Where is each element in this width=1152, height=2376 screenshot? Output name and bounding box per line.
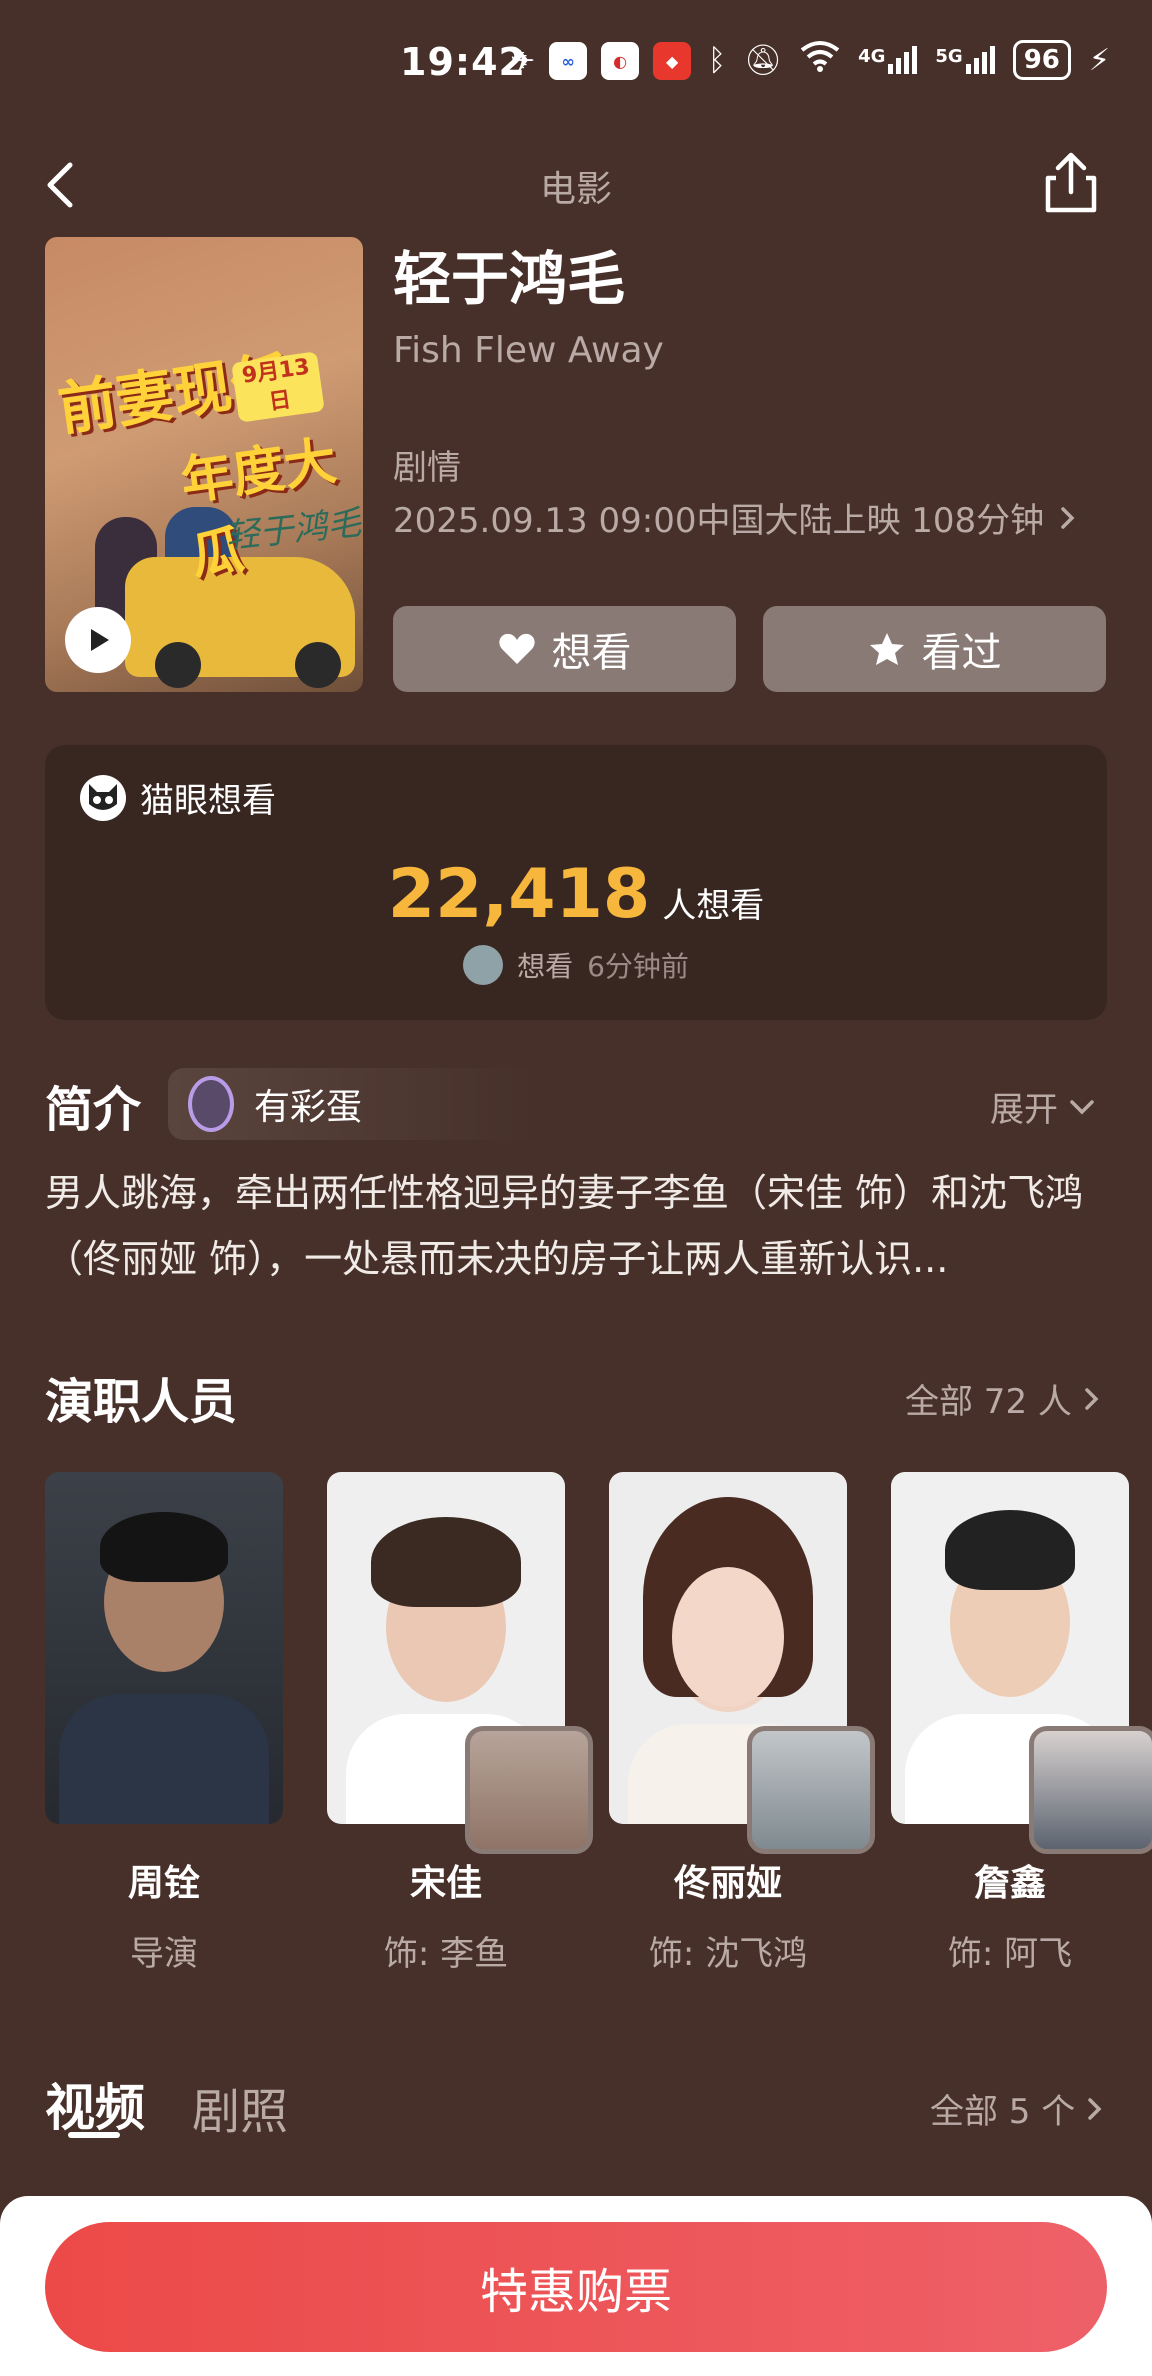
- want-to-watch-button[interactable]: 想看: [393, 606, 736, 692]
- cast-card[interactable]: 佟丽娅 饰: 沈飞鸿: [609, 1472, 875, 1975]
- character-avatar: [747, 1726, 875, 1854]
- bluetooth-icon: ᛒ: [708, 42, 726, 78]
- easter-egg-label: 有彩蛋: [254, 1087, 363, 1128]
- maoyan-header: 猫眼想看: [80, 773, 276, 822]
- system-icons: ᛒ 🔕︎ 4G 5G 96 ⚡: [708, 40, 1110, 80]
- intro-title: 简介: [45, 1082, 142, 1138]
- cast-view-all[interactable]: 全部 72 人: [905, 1374, 1102, 1423]
- cast-card[interactable]: 周铨 导演: [45, 1472, 283, 1975]
- star-icon: [869, 633, 904, 665]
- cast-role: 导演: [130, 1934, 198, 1974]
- cast-name: 宋佳: [409, 1863, 482, 1904]
- paper-plane-icon: ✈: [510, 43, 536, 79]
- expand-button[interactable]: 展开: [990, 1082, 1096, 1131]
- play-icon: [91, 629, 109, 651]
- share-button[interactable]: [1036, 148, 1106, 218]
- chevron-right-icon: [1061, 506, 1075, 529]
- want-to-watch-label: 想看: [551, 630, 632, 676]
- app-icon-red-2: ◆: [653, 42, 692, 80]
- cast-view-all-label: 全部 72 人: [905, 1382, 1072, 1422]
- tab-stills[interactable]: 剧照: [192, 2072, 288, 2142]
- play-trailer-button[interactable]: [65, 607, 131, 673]
- movie-english-title: Fish Flew Away: [393, 330, 664, 371]
- cast-photo: [45, 1472, 283, 1824]
- watched-label: 看过: [921, 630, 1002, 676]
- movie-poster[interactable]: 前妻现任 年度大瓜 9月13日 轻于鸿毛: [45, 237, 363, 692]
- egg-icon: [188, 1076, 234, 1132]
- poster-wheel: [155, 642, 201, 688]
- cast-role: 饰: 阿飞: [947, 1934, 1073, 1974]
- maoyan-label: 猫眼想看: [140, 781, 276, 821]
- chevron-right-icon: [1085, 1387, 1099, 1410]
- tab-videos[interactable]: 视频: [45, 2068, 145, 2140]
- want-count-unit: 人想看: [662, 886, 765, 926]
- poster-date-badge: 9月13日: [231, 351, 325, 423]
- watched-button[interactable]: 看过: [763, 606, 1106, 692]
- cast-name: 佟丽娅: [673, 1863, 782, 1904]
- easter-egg-badge[interactable]: 有彩蛋: [168, 1068, 538, 1140]
- mute-icon: 🔕︎: [744, 42, 783, 78]
- share-icon: [1045, 152, 1097, 213]
- heart-icon: [498, 633, 535, 664]
- recent-action: 想看: [517, 950, 574, 983]
- app-icon-red: ◐: [601, 42, 640, 80]
- poster-wheel: [295, 642, 341, 688]
- character-avatar: [465, 1726, 593, 1854]
- cast-photo: [609, 1472, 875, 1854]
- cast-card[interactable]: 詹鑫 饰: 阿飞: [891, 1472, 1152, 1975]
- cast-name: 詹鑫: [973, 1863, 1046, 1904]
- app-icon-blue: ∞: [549, 42, 588, 80]
- status-bar: 19:42 ✈ ∞ ◐ ◆ ᛒ 🔕︎ 4G 5G 96 ⚡: [0, 0, 1152, 130]
- buy-ticket-button[interactable]: 特惠购票: [45, 2222, 1107, 2352]
- movie-title: 轻于鸿毛: [393, 245, 626, 313]
- active-tab-indicator: [68, 2132, 120, 2138]
- release-info[interactable]: 2025.09.13 09:00中国大陆上映 108分钟: [393, 493, 1078, 542]
- status-time: 19:42: [400, 40, 526, 84]
- cast-photo: [327, 1472, 593, 1854]
- character-avatar: [1029, 1726, 1152, 1854]
- videos-view-all[interactable]: 全部 5 个: [930, 2084, 1105, 2133]
- intro-text[interactable]: 男人跳海，牵出两任性格迥异的妻子李鱼（宋佳 饰）和沈飞鸿（佟丽娅 饰），一处悬而…: [45, 1160, 1115, 1292]
- release-text: 2025.09.13 09:00中国大陆上映 108分钟: [393, 501, 1045, 541]
- notification-icons: ✈ ∞ ◐ ◆: [510, 42, 692, 80]
- cast-name: 周铨: [127, 1863, 200, 1904]
- battery-indicator: 96: [1012, 40, 1071, 80]
- expand-label: 展开: [990, 1090, 1058, 1130]
- cast-title: 演职人员: [45, 1374, 238, 1430]
- cast-photo: [891, 1472, 1152, 1854]
- cat-icon: [80, 774, 126, 821]
- chevron-right-icon: [1088, 2097, 1102, 2120]
- cast-role: 饰: 李鱼: [383, 1934, 509, 1974]
- want-count-number: 22,418: [387, 855, 651, 934]
- want-count: 22,418 人想看: [45, 855, 1107, 934]
- cast-card[interactable]: 宋佳 饰: 李鱼: [327, 1472, 593, 1975]
- recent-want-activity: 想看 6分钟前: [45, 945, 1107, 985]
- cast-role: 饰: 沈飞鸿: [648, 1934, 808, 1974]
- videos-view-all-label: 全部 5 个: [930, 2092, 1076, 2132]
- recent-time: 6分钟前: [587, 950, 689, 983]
- want-to-watch-panel: 猫眼想看 22,418 人想看 想看 6分钟前: [45, 745, 1107, 1020]
- chevron-down-icon: [1070, 1099, 1094, 1114]
- avatar: [463, 945, 504, 985]
- signal-4g-icon: 4G: [858, 46, 918, 74]
- charging-icon: ⚡: [1088, 42, 1110, 78]
- wifi-icon: [800, 40, 840, 80]
- page-title: 电影: [539, 169, 612, 210]
- movie-genre: 剧情: [393, 448, 461, 488]
- signal-5g-icon: 5G: [935, 46, 995, 74]
